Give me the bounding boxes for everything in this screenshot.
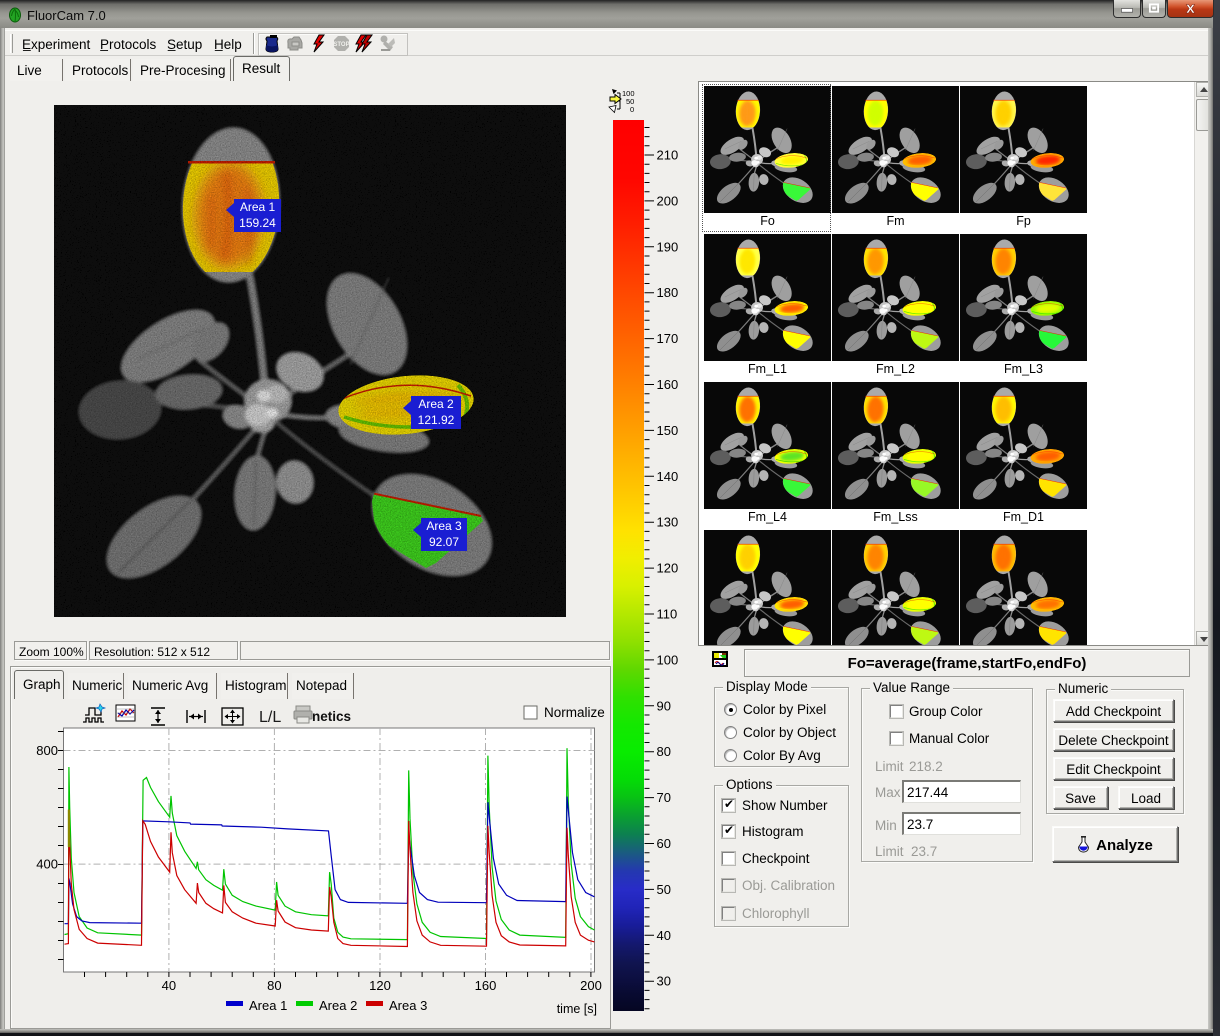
svg-text:Area 2: Area 2 [319, 998, 357, 1013]
svg-text:60: 60 [657, 836, 671, 851]
svg-text:80: 80 [657, 744, 671, 759]
svg-text:150: 150 [657, 423, 679, 438]
svg-text:180: 180 [657, 285, 679, 300]
svg-text:Area 3: Area 3 [389, 998, 427, 1013]
svg-text:110: 110 [657, 607, 678, 622]
svg-text:Area 1: Area 1 [249, 998, 287, 1013]
svg-text:160: 160 [475, 978, 497, 993]
svg-text:50: 50 [657, 882, 671, 897]
svg-text:40: 40 [657, 928, 671, 943]
svg-text:200: 200 [657, 193, 679, 208]
svg-text:200: 200 [580, 978, 602, 993]
svg-text:L/L: L/L [259, 709, 281, 726]
svg-text:time [s]: time [s] [557, 1002, 597, 1016]
svg-text:190: 190 [657, 239, 679, 254]
svg-text:210: 210 [657, 148, 679, 163]
svg-text:140: 140 [657, 469, 679, 484]
svg-text:100: 100 [657, 652, 679, 667]
svg-text:80: 80 [267, 978, 281, 993]
svg-text:130: 130 [657, 515, 679, 530]
svg-text:120: 120 [369, 978, 391, 993]
svg-text:400: 400 [36, 857, 58, 872]
svg-text:x: x [1186, 0, 1195, 17]
svg-text:40: 40 [162, 978, 176, 993]
svg-text:0: 0 [630, 105, 634, 114]
svg-text:30: 30 [657, 974, 671, 989]
svg-text:120: 120 [657, 561, 679, 576]
svg-text:160: 160 [657, 377, 679, 392]
svg-text:Normalize: Normalize [544, 705, 605, 720]
svg-text:70: 70 [657, 790, 671, 805]
svg-text:STOP: STOP [333, 42, 349, 48]
svg-text:800: 800 [36, 743, 58, 758]
svg-text:90: 90 [657, 698, 671, 713]
svg-text:170: 170 [657, 331, 679, 346]
svg-text:netics: netics [312, 709, 351, 724]
